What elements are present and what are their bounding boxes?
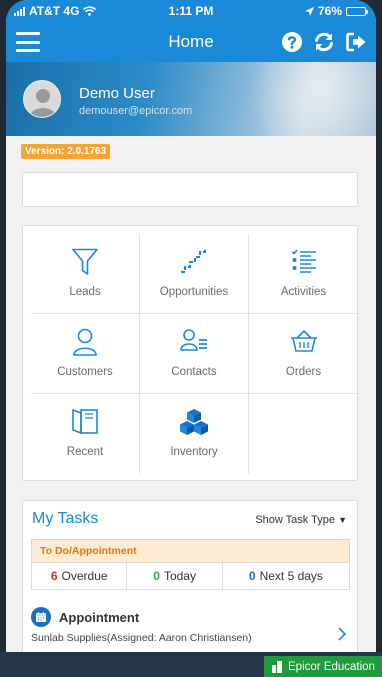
task-type: Appointment bbox=[59, 609, 140, 625]
chevron-right-icon[interactable] bbox=[337, 627, 347, 646]
checklist-icon bbox=[249, 248, 358, 276]
building-icon bbox=[272, 660, 282, 673]
module-leads[interactable]: Leads bbox=[31, 234, 140, 314]
module-label: Orders bbox=[285, 366, 322, 378]
status-bar: AT&T 4G 1:11 PM 76% bbox=[6, 0, 376, 22]
module-label: Activities bbox=[280, 286, 327, 298]
logout-icon[interactable] bbox=[344, 30, 368, 54]
refresh-icon[interactable] bbox=[312, 30, 336, 54]
brand-badge: Epicor Education bbox=[264, 656, 382, 677]
avatar bbox=[23, 80, 61, 118]
user-email: demouser@epicor.com bbox=[79, 105, 193, 117]
task-item[interactable]: Appointment bbox=[31, 607, 139, 627]
book-icon bbox=[31, 408, 139, 436]
user-name: Demo User bbox=[79, 85, 155, 102]
battery-percent: 76% bbox=[317, 4, 342, 18]
module-opportunities[interactable]: Opportunities bbox=[140, 234, 249, 314]
today-label: Today bbox=[163, 569, 196, 583]
overdue-filter[interactable]: 6 Overdue bbox=[32, 563, 128, 589]
module-contacts[interactable]: Contacts bbox=[140, 314, 249, 394]
overdue-count: 6 bbox=[50, 569, 58, 583]
module-label: Contacts bbox=[171, 366, 217, 378]
module-label: Opportunities bbox=[159, 286, 229, 298]
task-type-dropdown[interactable]: Show Task Type ▼ bbox=[255, 514, 347, 526]
help-icon[interactable] bbox=[280, 30, 304, 54]
person-icon bbox=[31, 328, 139, 356]
module-activities[interactable]: Activities bbox=[249, 234, 358, 314]
phone-screen: AT&T 4G 1:11 PM 76% Home Demo User demou… bbox=[6, 0, 376, 677]
location-arrow-icon bbox=[304, 6, 314, 16]
header-actions bbox=[280, 30, 368, 54]
today-filter[interactable]: 0 Today bbox=[127, 563, 223, 589]
brand-label: Epicor Education bbox=[288, 660, 375, 673]
empty-card[interactable] bbox=[22, 172, 358, 207]
battery-info: 76% bbox=[304, 4, 368, 18]
module-inventory[interactable]: Inventory bbox=[140, 394, 249, 474]
funnel-icon bbox=[31, 248, 139, 276]
contact-list-icon bbox=[140, 328, 248, 356]
task-detail: Sunlab Supplies(Assigned: Aaron Christia… bbox=[31, 632, 252, 644]
module-grid-card: Leads Opportunities Activities Customers bbox=[22, 225, 358, 481]
profile-banner: Demo User demouser@epicor.com bbox=[6, 62, 376, 136]
module-label: Customers bbox=[57, 366, 113, 378]
caret-down-icon: ▼ bbox=[338, 515, 347, 525]
module-customers[interactable]: Customers bbox=[31, 314, 140, 394]
next-days-label: Next 5 days bbox=[259, 569, 323, 583]
today-count: 0 bbox=[153, 569, 160, 583]
stairs-icon bbox=[140, 248, 248, 276]
my-tasks-card: My Tasks Show Task Type ▼ To Do/Appointm… bbox=[22, 500, 358, 660]
module-orders[interactable]: Orders bbox=[249, 314, 358, 394]
module-recent[interactable]: Recent bbox=[31, 394, 140, 474]
banner-photo bbox=[206, 62, 376, 136]
task-counts: 6 Overdue 0 Today 0 Next 5 days bbox=[31, 562, 350, 590]
module-label: Inventory bbox=[170, 446, 218, 458]
module-label: Leads bbox=[69, 286, 101, 298]
battery-icon bbox=[346, 6, 368, 16]
app-header: Home bbox=[6, 22, 376, 62]
module-label: Recent bbox=[66, 446, 104, 458]
version-badge: Version: 2.0.1763 bbox=[21, 144, 111, 159]
tasks-title: My Tasks bbox=[32, 510, 99, 527]
module-grid: Leads Opportunities Activities Customers bbox=[31, 234, 358, 474]
basket-icon bbox=[249, 328, 358, 356]
overdue-label: Overdue bbox=[61, 569, 108, 583]
todo-section-header: To Do/Appointment bbox=[31, 539, 350, 562]
calendar-icon bbox=[31, 607, 51, 627]
next-days-count: 0 bbox=[248, 569, 256, 583]
next-days-filter[interactable]: 0 Next 5 days bbox=[223, 563, 349, 589]
boxes-icon bbox=[140, 408, 248, 436]
task-type-label: Show Task Type bbox=[255, 514, 336, 526]
